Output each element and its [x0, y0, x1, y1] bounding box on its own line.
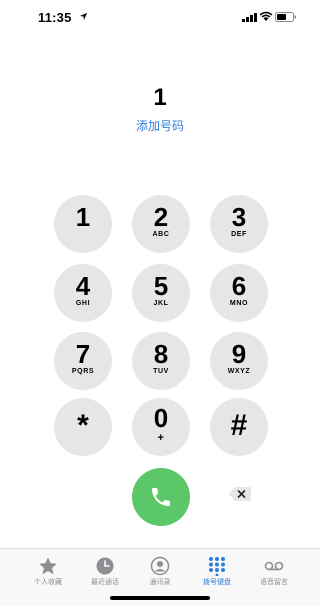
key-7[interactable]: 7 PQRS: [54, 332, 112, 390]
dialed-number: 1: [153, 84, 167, 111]
key-digit: 6: [231, 271, 247, 301]
key-letters: +: [157, 432, 165, 444]
key-star[interactable]: *: [54, 398, 112, 456]
key-2[interactable]: 2 ABC: [132, 195, 190, 253]
signal-icon: [242, 13, 257, 22]
tab-keypad[interactable]: 拨号键盘: [185, 549, 249, 599]
clock-icon: [96, 557, 114, 575]
tab-favorites[interactable]: 个人收藏: [16, 549, 80, 599]
key-letters: TUV: [153, 368, 169, 375]
key-digit: #: [230, 409, 248, 442]
key-digit: 4: [75, 271, 91, 301]
key-9[interactable]: 9 WXYZ: [210, 332, 268, 390]
key-digit: *: [77, 409, 89, 442]
key-letters: WXYZ: [227, 368, 251, 375]
key-5[interactable]: 5 JKL: [132, 264, 190, 322]
key-digit: 5: [153, 271, 169, 301]
call-button[interactable]: [132, 468, 190, 526]
voicemail-icon: [264, 561, 284, 571]
tab-contacts[interactable]: 通讯录: [128, 549, 192, 599]
key-8[interactable]: 8 TUV: [132, 332, 190, 390]
phone-icon: [152, 488, 170, 506]
key-digit: 2: [153, 202, 169, 232]
delete-backspace-icon[interactable]: [228, 486, 252, 502]
key-0[interactable]: 0 +: [132, 398, 190, 456]
key-letters: ABC: [152, 231, 170, 238]
key-6[interactable]: 6 MNO: [210, 264, 268, 322]
tab-voicemail[interactable]: 语音留言: [242, 549, 306, 599]
key-letters: JKL: [153, 300, 169, 307]
location-arrow-icon: [79, 12, 88, 21]
tab-label: 语音留言: [260, 579, 288, 586]
status-bar: 11:35: [0, 0, 320, 28]
key-digit: 9: [231, 339, 247, 369]
contact-icon: [150, 556, 170, 576]
key-4[interactable]: 4 GHI: [54, 264, 112, 322]
key-1[interactable]: 1: [54, 195, 112, 253]
battery-icon: [275, 12, 296, 22]
key-digit: 0: [153, 403, 169, 433]
key-digit: 1: [75, 202, 91, 232]
keypad-icon: [209, 557, 225, 576]
star-icon: [39, 557, 57, 575]
status-time: 11:35: [38, 10, 72, 25]
key-letters: MNO: [229, 300, 249, 307]
key-digit: 7: [75, 339, 91, 369]
home-indicator: [110, 596, 210, 600]
key-digit: 8: [153, 339, 169, 369]
tab-label: 个人收藏: [34, 579, 62, 586]
key-letters: GHI: [75, 300, 91, 307]
key-hash[interactable]: #: [210, 398, 268, 456]
add-number-link[interactable]: 添加号码: [0, 117, 320, 134]
key-letters: DEF: [231, 231, 247, 238]
key-digit: 3: [231, 202, 247, 232]
key-3[interactable]: 3 DEF: [210, 195, 268, 253]
tab-label: 拨号键盘: [203, 579, 231, 586]
tab-label: 通讯录: [149, 579, 171, 586]
key-letters: PQRS: [71, 368, 95, 375]
wifi-icon: [259, 11, 273, 21]
